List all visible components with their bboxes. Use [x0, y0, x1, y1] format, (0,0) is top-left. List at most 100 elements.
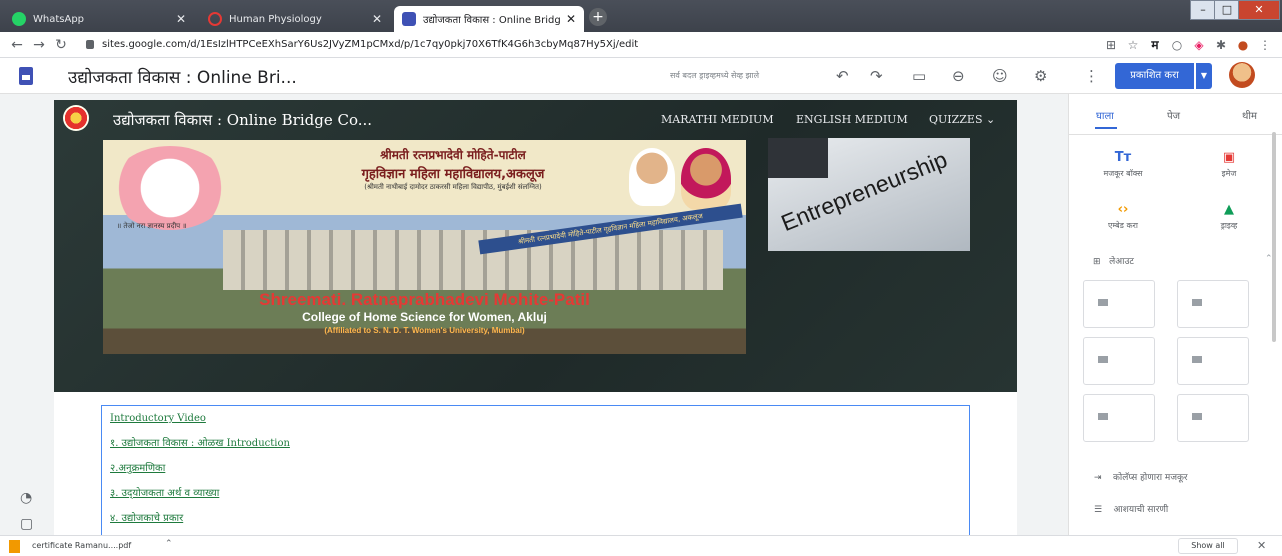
insert-label: ड्राइव्ह — [1220, 221, 1238, 230]
layouts-label: लेआउट — [1109, 257, 1134, 267]
insert-drive-button[interactable]: ▲ ड्राइव्ह — [1189, 202, 1269, 231]
tab-insert[interactable]: घाला — [1096, 108, 1114, 122]
insert-label: इमेज — [1221, 169, 1237, 178]
portrait-woman — [681, 148, 731, 210]
link-meaning-definition[interactable]: ३. उद्‌योजकता अर्थ व व्याख्या — [110, 485, 961, 499]
forward-icon[interactable]: → — [28, 37, 50, 53]
back-icon[interactable]: ← — [6, 37, 28, 53]
puzzle-icon[interactable]: ✱ — [1210, 38, 1232, 52]
download-file-name[interactable]: certificate Ramanu....pdf — [32, 541, 131, 550]
reload-icon[interactable]: ↻ — [50, 37, 72, 53]
tab-sites-editor[interactable]: उद्योजकता विकास : Online Bridge ( ✕ — [394, 6, 584, 32]
settings-gear-icon[interactable]: ⚙ — [1034, 67, 1047, 85]
link-index[interactable]: २.अनुक्रमणिका — [110, 460, 961, 474]
close-icon[interactable]: ✕ — [372, 12, 382, 26]
nav-quizzes-label: QUIZZES — [929, 113, 983, 126]
embed-icon: ‹› — [1117, 202, 1129, 217]
layouts-header[interactable]: ⊞ लेआउट — [1093, 254, 1134, 267]
insert-text-box-button[interactable]: Tт मजकूर बॉक्स — [1083, 150, 1163, 179]
banner-english-line-3: (Affiliated to S. N. D. T. Women's Unive… — [324, 326, 525, 335]
college-building — [223, 230, 723, 290]
site-document-title[interactable]: उद्योजकता विकास : Online Bri... — [68, 65, 297, 88]
text-box-icon: Tт — [1114, 150, 1132, 165]
avatar[interactable] — [1229, 62, 1255, 88]
banner-hindi-line-1: श्रीमती रत्नप्रभादेवी मोहिते-पाटील — [380, 148, 526, 162]
colorful-extension-icon[interactable]: ◈ — [1188, 38, 1210, 52]
close-icon[interactable]: ✕ — [176, 12, 186, 26]
tab-pages[interactable]: पेज — [1167, 108, 1180, 122]
collapse-icon[interactable]: ⌃ — [1265, 254, 1273, 264]
address-bar[interactable]: sites.google.com/d/1EsIzlHTPCeEXhSarY6Us… — [86, 39, 1100, 50]
nav-marathi-medium[interactable]: MARATHI MEDIUM — [661, 113, 774, 126]
banner-english-line-2: College of Home Science for Women, Akluj — [302, 310, 547, 324]
translate-icon[interactable]: ⊞ — [1100, 38, 1122, 52]
chevron-down-icon: ⌄ — [986, 113, 996, 126]
site-title[interactable]: उद्योजकता विकास : Online Bridge Co... — [113, 110, 372, 130]
tab-human-physiology[interactable]: Human Physiology ✕ — [200, 6, 390, 32]
layout-option[interactable] — [1177, 337, 1249, 385]
publish-button[interactable]: प्रकाशित करा — [1115, 63, 1194, 89]
pages-stack-icon[interactable]: ▢ — [20, 516, 33, 532]
site-logo[interactable] — [63, 105, 89, 131]
new-tab-button[interactable]: + — [589, 8, 607, 26]
tab-label: WhatsApp — [33, 13, 85, 25]
link-introduction[interactable]: १. उद्योजकता विकास : ओळख Introduction — [110, 435, 961, 449]
close-icon[interactable]: ✕ — [566, 12, 576, 26]
insert-embed-button[interactable]: ‹› एम्बेड करा — [1083, 202, 1163, 231]
layout-option[interactable] — [1177, 394, 1249, 442]
whatsapp-icon — [12, 12, 26, 26]
layout-option[interactable] — [1083, 394, 1155, 442]
close-icon[interactable]: ✕ — [1257, 539, 1266, 552]
content-text-box[interactable]: Introductory Video १. उद्योजकता विकास : … — [101, 405, 970, 535]
site-header-section[interactable]: उद्योजकता विकास : Online Bridge Co... MA… — [54, 100, 1017, 392]
star-icon[interactable]: ☆ — [1122, 38, 1144, 52]
nav-english-medium[interactable]: ENGLISH MEDIUM — [796, 113, 908, 126]
browser-toolbar: ← → ↻ sites.google.com/d/1EsIzlHTPCeEXhS… — [0, 32, 1282, 58]
link-icon[interactable]: ⊖ — [952, 67, 965, 85]
tab-whatsapp[interactable]: WhatsApp ✕ — [4, 6, 194, 32]
insert-image-button[interactable]: ▣ इमेज — [1189, 150, 1269, 179]
layout-option[interactable] — [1083, 337, 1155, 385]
menu-icon[interactable]: ⋮ — [1254, 38, 1276, 52]
tab-themes[interactable]: थीम — [1242, 108, 1257, 122]
link-introductory-video[interactable]: Introductory Video — [110, 413, 961, 424]
insert-panel: घाला पेज थीम Tт मजकूर बॉक्स ▣ इमेज ‹› एम… — [1068, 94, 1282, 535]
nav-quizzes[interactable]: QUIZZES ⌄ — [929, 113, 995, 126]
link-entrepreneur-types[interactable]: ४. उद्योजकाचे प्रकार — [110, 510, 961, 524]
profile-avatar-icon[interactable]: ● — [1232, 38, 1254, 52]
seal-motto: ॥ तेजो नरा ज्ञानस्य प्रदीप ॥ — [117, 222, 187, 230]
preview-icon[interactable]: ▭ — [912, 67, 926, 85]
more-options-icon[interactable]: ⋮ — [1084, 67, 1099, 85]
table-of-contents-icon: ☰ — [1094, 505, 1103, 515]
college-banner-image[interactable]: ॥ तेजो नरा ज्ञानस्य प्रदीप ॥ श्रीमती रत्… — [103, 140, 746, 354]
active-tab-indicator — [1095, 127, 1117, 129]
window-close-icon[interactable]: ✕ — [1238, 0, 1280, 20]
layout-option[interactable] — [1177, 280, 1249, 328]
insert-collapsible-text[interactable]: ⇥ कोलॅप्स होणारा मजकूर — [1094, 470, 1188, 483]
chevron-up-icon[interactable]: ⌃ — [165, 539, 173, 549]
palette-icon[interactable]: ◔ — [20, 490, 32, 506]
browser-tab-strip: WhatsApp ✕ Human Physiology ✕ उद्योजकता … — [0, 0, 1282, 32]
redo-icon[interactable]: ↷ — [870, 67, 883, 85]
google-sites-logo[interactable] — [19, 67, 33, 85]
drive-icon: ▲ — [1224, 202, 1234, 217]
collapsible-text-label: कोलॅप्स होणारा मजकूर — [1113, 473, 1188, 483]
insert-label: एम्बेड करा — [1108, 221, 1138, 230]
tab-label: उद्योजकता विकास : Online Bridge ( — [423, 15, 560, 26]
add-person-icon[interactable]: ☺ — [992, 67, 1008, 85]
show-all-button[interactable]: Show all — [1178, 538, 1238, 554]
maximize-icon[interactable]: □ — [1214, 0, 1240, 20]
insert-table-of-contents[interactable]: ☰ आशयाची सारणी — [1094, 502, 1168, 515]
undo-icon[interactable]: ↶ — [836, 67, 849, 85]
portrait-man — [629, 148, 675, 206]
panel-scrollbar[interactable] — [1272, 132, 1276, 342]
banner-english-line-1: Shreemati. Ratnaprabhadevi Mohite-Patil — [259, 290, 590, 309]
minimize-icon[interactable]: – — [1190, 0, 1216, 20]
layout-option[interactable] — [1083, 280, 1155, 328]
extension-letter-icon[interactable]: म — [1144, 36, 1166, 53]
banner-hindi-line-3: (श्रीमती नाथीबाई दामोदर ठाकरसी महिला विद… — [364, 183, 542, 191]
entrepreneurship-image[interactable]: Entrepreneurship — [768, 138, 970, 251]
circle-extension-icon[interactable]: ○ — [1166, 38, 1188, 52]
publish-dropdown-icon[interactable]: ▼ — [1196, 63, 1212, 89]
save-status: सर्व बदल ड्राइव्हमध्ये सेव्ह झाले — [670, 71, 760, 80]
